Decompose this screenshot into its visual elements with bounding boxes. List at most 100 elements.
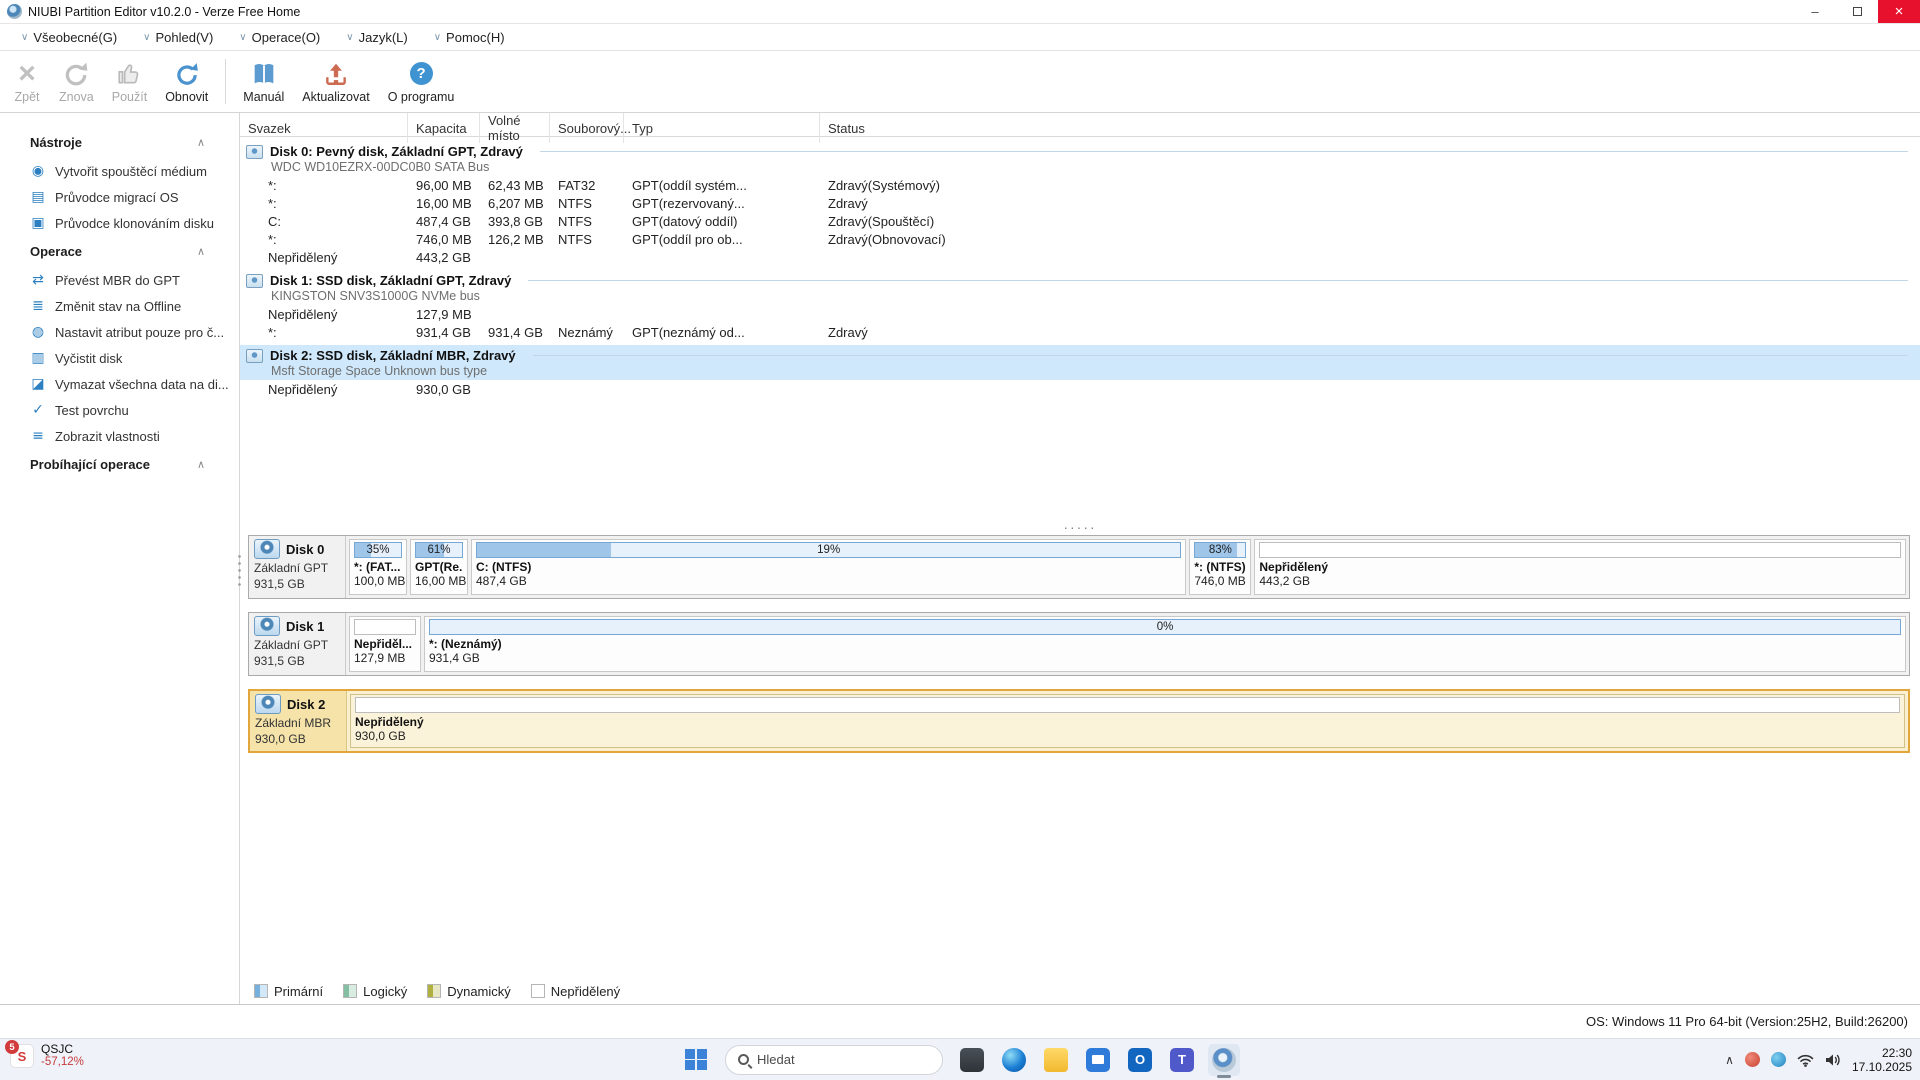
about-button[interactable]: ?O programu (379, 51, 464, 112)
disk-size: 931,5 GB (254, 654, 341, 668)
partition-block[interactable]: Nepřidělený930,0 GB (350, 694, 1905, 748)
disk-group-header[interactable]: Disk 0: Pevný disk, Základní GPT, Zdravý… (240, 141, 1920, 176)
surface-test-icon: ✓ (30, 402, 46, 418)
apply-button[interactable]: Použít (103, 51, 156, 112)
menu-item-3[interactable]: ∨Operace(O) (226, 24, 333, 50)
legend-swatch (254, 984, 268, 998)
tray-app-icon-red[interactable] (1745, 1052, 1760, 1067)
table-row[interactable]: *:96,00 MB62,43 MBFAT32GPT(oddíl systém.… (240, 176, 1920, 194)
taskbar-clock[interactable]: 22:30 17.10.2025 (1852, 1046, 1912, 1074)
menu-item-2[interactable]: ∨Pohled(V) (130, 24, 226, 50)
cell-typ: GPT(neznámý od... (624, 325, 820, 340)
menu-item-1[interactable]: ∨Všeobecné(G) (8, 24, 130, 50)
cell-svazek: *: (240, 178, 408, 193)
table-row[interactable]: *:16,00 MB6,207 MBNTFSGPT(rezervovaný...… (240, 194, 1920, 212)
taskbar-app-desktop[interactable] (956, 1044, 988, 1076)
manual-button[interactable]: Manuál (234, 51, 293, 112)
disk-group-header[interactable]: Disk 1: SSD disk, Základní GPT, ZdravýKI… (240, 270, 1920, 305)
redo-button[interactable]: Znova (50, 51, 103, 112)
partition-block[interactable]: 83%*: (NTFS)746,0 MB (1189, 539, 1251, 595)
minimize-button[interactable]: – (1794, 0, 1836, 23)
disk-panel-info: Disk 0Základní GPT931,5 GB (249, 536, 346, 598)
cell-fs: NTFS (550, 196, 624, 211)
usage-bar (354, 619, 416, 635)
table-row[interactable]: *:746,0 MB126,2 MBNTFSGPT(oddíl pro ob..… (240, 230, 1920, 248)
horizontal-splitter-handle[interactable]: ····· (240, 519, 1920, 535)
taskbar-app-file-explorer[interactable] (1040, 1044, 1072, 1076)
disk-panel-disk-1[interactable]: Disk 1Základní GPT931,5 GBNepřiděl...127… (248, 612, 1910, 676)
taskbar-app-store[interactable] (1082, 1044, 1114, 1076)
menu-bar: ∨Všeobecné(G)∨Pohled(V)∨Operace(O)∨Jazyk… (0, 24, 1920, 51)
partition-block[interactable]: Nepřiděl...127,9 MB (349, 616, 421, 672)
empty-area (240, 766, 1920, 978)
maximize-button[interactable] (1836, 0, 1878, 23)
disk-group: Disk 2: SSD disk, Základní MBR, ZdravýMs… (240, 345, 1920, 398)
sidebar-item[interactable]: ⇄Převést MBR do GPT (0, 267, 239, 293)
menu-item-5[interactable]: ∨Pomoc(H) (421, 24, 518, 50)
taskbar-app-niubi[interactable] (1208, 1044, 1240, 1076)
chevron-down-icon: ∨ (143, 32, 150, 43)
cell-status: Zdravý(Obnovovací) (820, 232, 1920, 247)
sidebar-item[interactable]: ≣Změnit stav na Offline (0, 293, 239, 319)
sidebar-section-header[interactable]: Operace∧ (0, 236, 239, 267)
taskbar-app-edge[interactable] (998, 1044, 1030, 1076)
sidebar-splitter-handle[interactable] (236, 553, 243, 587)
partition-block[interactable]: Nepřidělený443,2 GB (1254, 539, 1906, 595)
refresh-button[interactable]: Obnovit (156, 51, 217, 112)
cell-kapacita: 16,00 MB (408, 196, 480, 211)
disk-group-header[interactable]: Disk 2: SSD disk, Základní MBR, ZdravýMs… (240, 345, 1920, 380)
toolbar-button-label: Zpět (14, 90, 39, 104)
partition-block[interactable]: 0%*: (Neznámý)931,4 GB (424, 616, 1906, 672)
start-button[interactable] (680, 1044, 712, 1076)
cell-typ: GPT(rezervovaný... (624, 196, 820, 211)
close-button[interactable]: × (1878, 0, 1920, 23)
taskbar-app-outlook[interactable]: O (1124, 1044, 1156, 1076)
taskbar-app-store-icon (1086, 1048, 1110, 1072)
status-bar: OS: Windows 11 Pro 64-bit (Version:25H2,… (0, 1004, 1920, 1038)
network-icon[interactable] (1797, 1053, 1814, 1067)
table-row[interactable]: Nepřidělený930,0 GB (240, 380, 1920, 398)
cell-kapacita: 487,4 GB (408, 214, 480, 229)
disk-panel-disk-0[interactable]: Disk 0Základní GPT931,5 GB35%*: (FAT...1… (248, 535, 1910, 599)
disk-panel-disk-2[interactable]: Disk 2Základní MBR930,0 GBNepřidělený930… (248, 689, 1910, 753)
taskbar-app-edge-icon (1002, 1048, 1026, 1072)
cell-svazek: Nepřidělený (240, 250, 408, 265)
sidebar-section-header[interactable]: Probíhající operace∧ (0, 449, 239, 480)
cell-kapacita: 930,0 GB (408, 382, 480, 397)
menu-item-label: Jazyk(L) (359, 30, 408, 45)
table-row[interactable]: Nepřidělený127,9 MB (240, 305, 1920, 323)
sidebar-item[interactable]: ▥Vyčistit disk (0, 345, 239, 371)
partition-label: *: (Neznámý) (429, 637, 1901, 651)
table-row[interactable]: *:931,4 GB931,4 GBNeznámýGPT(neznámý od.… (240, 323, 1920, 341)
cell-svazek: *: (240, 196, 408, 211)
sidebar-item[interactable]: ✓Test povrchu (0, 397, 239, 423)
menu-item-4[interactable]: ∨Jazyk(L) (333, 24, 420, 50)
chevron-up-icon: ∧ (197, 245, 205, 258)
partition-block[interactable]: 61%GPT(Re...16,00 MB (410, 539, 468, 595)
partition-block[interactable]: 35%*: (FAT...100,0 MB (349, 539, 407, 595)
sidebar-item[interactable]: ◉Vytvořit spouštěcí médium (0, 158, 239, 184)
usage-bar: 83% (1194, 542, 1246, 558)
sidebar-item[interactable]: ◪Vymazat všechna data na di... (0, 371, 239, 397)
sidebar-item[interactable]: ◍Nastavit atribut pouze pro č... (0, 319, 239, 345)
legend-item: Dynamický (427, 984, 511, 999)
taskbar-search-input[interactable]: Hledat (725, 1045, 943, 1075)
tray-app-icon-blue[interactable] (1771, 1052, 1786, 1067)
taskbar-app-teams[interactable]: T (1166, 1044, 1198, 1076)
update-button[interactable]: Aktualizovat (293, 51, 378, 112)
partition-block[interactable]: 19%C: (NTFS)487,4 GB (471, 539, 1186, 595)
sidebar-item[interactable]: ▤Průvodce migrací OS (0, 184, 239, 210)
tray-chevron-up-icon[interactable]: ∧ (1725, 1053, 1734, 1067)
disk-scheme: Základní GPT (254, 561, 341, 575)
disk-blocks: Nepřidělený930,0 GB (347, 691, 1908, 751)
chevron-down-icon: ∨ (239, 32, 246, 43)
widgets-button[interactable]: S 5 QSJC -57,12% (10, 1043, 84, 1069)
sidebar-item[interactable]: ▣Průvodce klonováním disku (0, 210, 239, 236)
cell-volne: 931,4 GB (480, 325, 550, 340)
table-row[interactable]: C:487,4 GB393,8 GBNTFSGPT(datový oddíl)Z… (240, 212, 1920, 230)
sidebar-item[interactable]: ≡Zobrazit vlastnosti (0, 423, 239, 449)
undo-button[interactable]: ×Zpět (4, 51, 50, 112)
speaker-icon[interactable] (1825, 1053, 1841, 1067)
table-row[interactable]: Nepřidělený443,2 GB (240, 248, 1920, 266)
sidebar-section-header[interactable]: Nástroje∧ (0, 127, 239, 158)
